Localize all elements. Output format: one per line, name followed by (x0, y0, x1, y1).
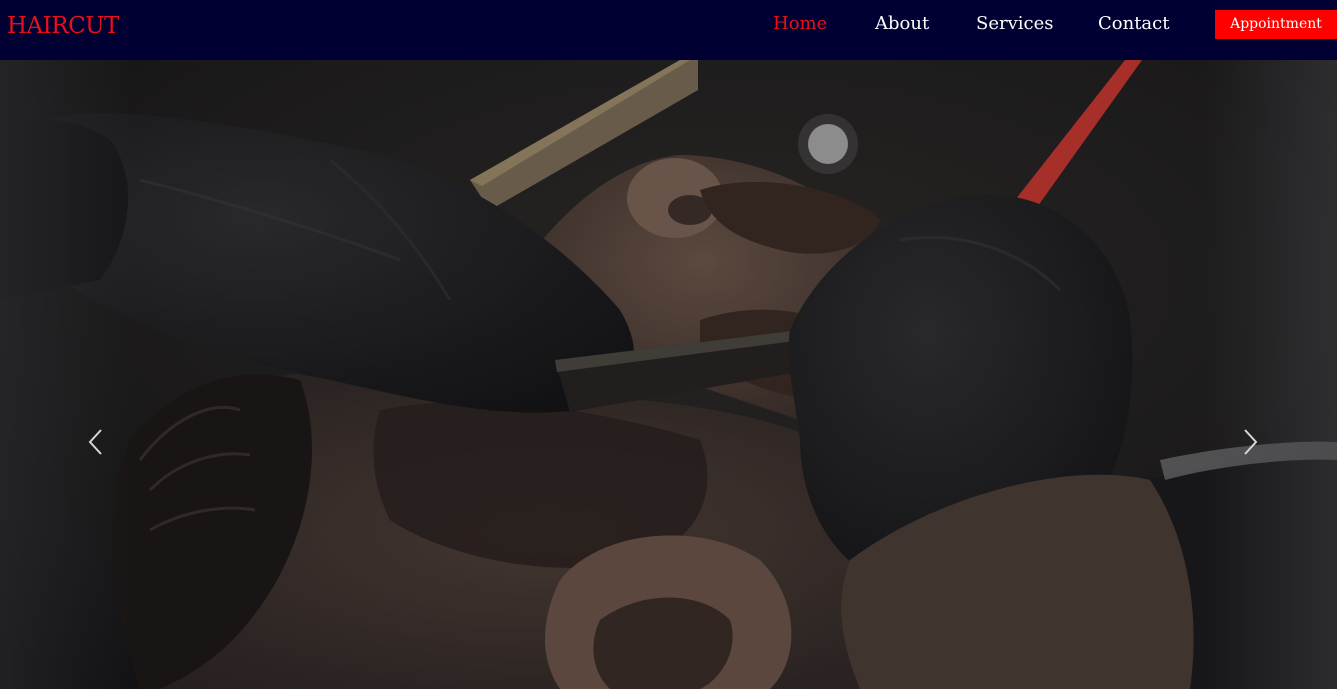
nav-contact-link[interactable]: Contact (1098, 12, 1169, 36)
hero-photo (0, 60, 1337, 689)
carousel-prev-button[interactable] (81, 422, 111, 462)
carousel-next-button[interactable] (1235, 422, 1265, 462)
site-logo[interactable]: HAIRCUT (7, 11, 119, 41)
chevron-left-icon (88, 429, 102, 455)
nav-home-link[interactable]: Home (773, 12, 827, 36)
nav-services-link[interactable]: Services (976, 12, 1053, 36)
appointment-button[interactable]: Appointment (1215, 10, 1337, 39)
hero-carousel (0, 60, 1337, 689)
nav-about-link[interactable]: About (875, 12, 929, 36)
chevron-right-icon (1244, 429, 1258, 455)
navbar: HAIRCUT Home About Services Contact Appo… (0, 0, 1337, 60)
